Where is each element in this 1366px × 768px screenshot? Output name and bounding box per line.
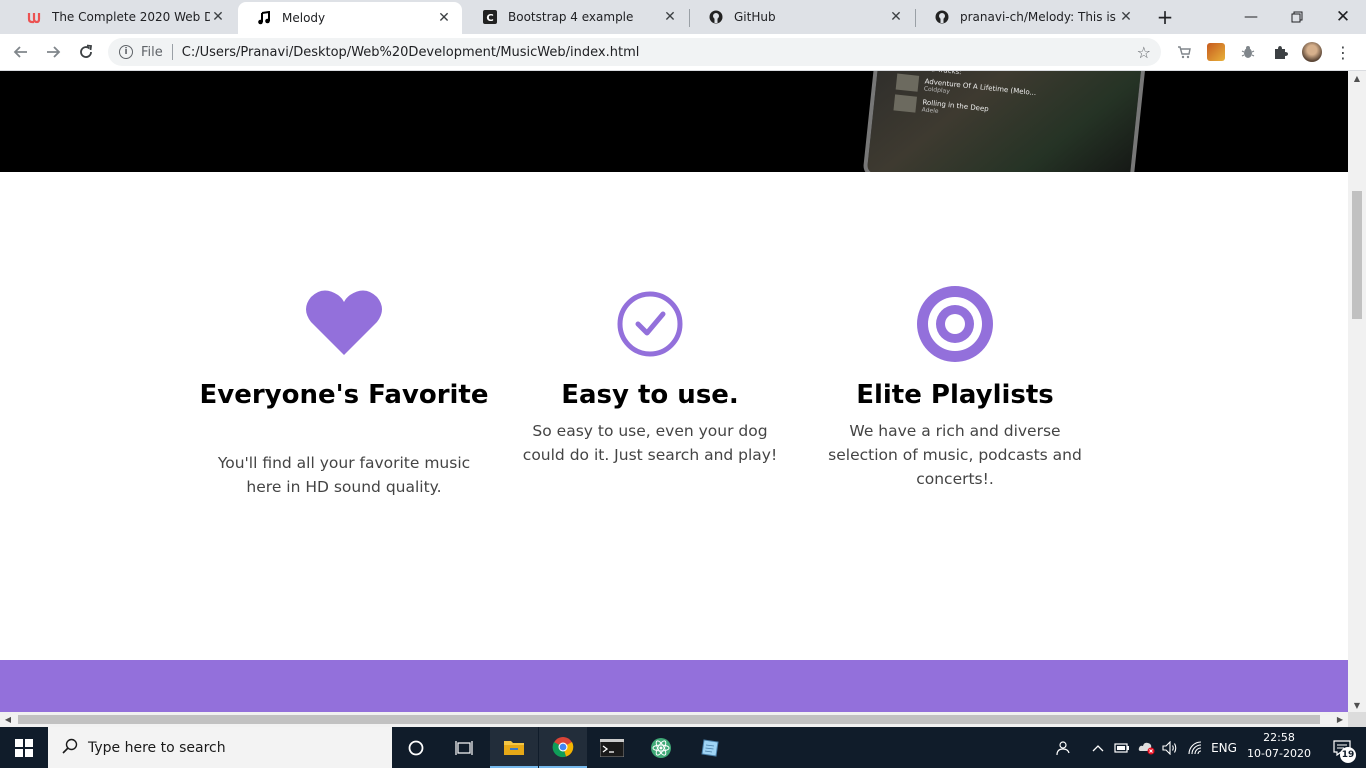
github-icon: [934, 9, 950, 25]
tab-github[interactable]: GitHub ✕: [690, 0, 914, 34]
album-art: [895, 73, 920, 92]
close-icon[interactable]: ✕: [1118, 9, 1134, 25]
feature-title: Elite Playlists: [856, 380, 1054, 410]
profile-avatar[interactable]: [1302, 42, 1322, 62]
language-indicator[interactable]: ENG: [1208, 727, 1240, 768]
browser-toolbar: i File C:/Users/Pranavi/Desktop/Web%20De…: [0, 34, 1366, 71]
vertical-scrollbar[interactable]: ▲ ▼: [1348, 71, 1366, 712]
check-circle-icon: [616, 290, 684, 362]
reload-icon: [80, 44, 93, 58]
tab-strip: The Complete 2020 Web Devel ✕ Melody ✕ C…: [0, 0, 1366, 34]
windows-taskbar: Type here to search ENG 22:58 10-07-2020: [0, 727, 1366, 768]
scroll-thumb[interactable]: [1352, 191, 1362, 319]
address-bar[interactable]: i File C:/Users/Pranavi/Desktop/Web%20De…: [108, 38, 1161, 66]
game-extension-icon[interactable]: [1207, 43, 1225, 61]
kebab-menu-icon[interactable]: ⋮: [1334, 43, 1352, 62]
bug-extension-icon[interactable]: [1239, 43, 1257, 61]
restore-button[interactable]: [1274, 0, 1320, 34]
tab-melody[interactable]: Melody ✕: [238, 2, 462, 34]
scrollbar-corner: [1348, 712, 1366, 727]
chevron-up-icon[interactable]: [1089, 727, 1107, 768]
clock[interactable]: 22:58 10-07-2020: [1244, 730, 1314, 762]
notification-badge: 19: [1340, 747, 1356, 763]
search-placeholder: Type here to search: [88, 739, 226, 756]
arrow-right-icon: [47, 46, 61, 58]
tab-title: Melody: [282, 11, 326, 25]
svg-text:C: C: [486, 13, 493, 24]
back-button[interactable]: [7, 38, 35, 66]
cart-extension-icon[interactable]: [1175, 43, 1193, 61]
close-icon[interactable]: ✕: [436, 10, 452, 26]
file-explorer-icon[interactable]: [490, 727, 538, 768]
hero-section: Suggested Tracks: Adventure Of A Lifetim…: [0, 71, 1348, 172]
feature-text: We have a rich and diverse selection of …: [828, 422, 1082, 488]
feature-text: You'll find all your favorite music here…: [217, 454, 471, 496]
clock-time: 22:58: [1263, 731, 1295, 744]
music-note-icon: [256, 10, 272, 26]
album-art: [893, 94, 918, 113]
atom-icon[interactable]: [637, 727, 685, 768]
tab-title: The Complete 2020 Web Devel: [52, 10, 210, 24]
feature-title: Easy to use.: [561, 380, 739, 410]
codeply-icon: C: [482, 9, 498, 25]
clock-date: 10-07-2020: [1247, 747, 1311, 760]
volume-icon[interactable]: [1160, 727, 1180, 768]
people-icon[interactable]: [1052, 727, 1076, 768]
forward-button[interactable]: [39, 38, 67, 66]
battery-icon[interactable]: [1112, 727, 1132, 768]
onedrive-error-icon[interactable]: [1136, 727, 1158, 768]
divider: [171, 44, 173, 60]
scroll-thumb[interactable]: [18, 715, 1320, 724]
chrome-icon[interactable]: [539, 727, 587, 768]
udemy-icon: [26, 9, 42, 25]
page-viewport: Suggested Tracks: Adventure Of A Lifetim…: [0, 71, 1348, 712]
action-center-button[interactable]: 19: [1322, 727, 1362, 768]
notepad-app-icon[interactable]: [686, 727, 734, 768]
start-button[interactable]: [0, 727, 48, 768]
info-icon[interactable]: i: [119, 45, 133, 59]
tab-bootstrap[interactable]: C Bootstrap 4 example ✕: [464, 0, 688, 34]
new-tab-button[interactable]: +: [1154, 5, 1176, 29]
feature-text: So easy to use, even your dog could do i…: [522, 422, 778, 464]
cortana-icon[interactable]: [392, 727, 440, 768]
scroll-up-icon[interactable]: ▲: [1348, 71, 1366, 85]
scroll-right-icon[interactable]: ▶: [1332, 712, 1348, 727]
url-scheme: File: [141, 44, 163, 60]
terminal-icon[interactable]: [588, 727, 636, 768]
tab-pranavi-melody[interactable]: pranavi-ch/Melody: This is a m ✕: [916, 0, 1144, 34]
testimonial-section: [0, 660, 1348, 712]
url-text[interactable]: C:/Users/Pranavi/Desktop/Web%20Developme…: [182, 45, 1137, 60]
arrow-left-icon: [13, 46, 27, 58]
tab-title: pranavi-ch/Melody: This is a m: [960, 10, 1118, 24]
feature-title: Everyone's Favorite: [199, 380, 489, 410]
scroll-down-icon[interactable]: ▼: [1348, 698, 1366, 712]
task-view-icon[interactable]: [440, 727, 488, 768]
close-icon[interactable]: ✕: [888, 9, 904, 25]
tab-title: Bootstrap 4 example: [508, 10, 634, 24]
wifi-icon[interactable]: [1185, 727, 1207, 768]
close-window-button[interactable]: ✕: [1320, 0, 1366, 34]
close-icon[interactable]: ✕: [210, 9, 226, 25]
puzzle-extensions-icon[interactable]: [1271, 43, 1289, 61]
search-icon: [62, 738, 78, 758]
restore-icon: [1291, 11, 1303, 23]
features-section: Everyone's Favorite You'll find all your…: [0, 172, 1348, 660]
reload-button[interactable]: [72, 38, 100, 66]
minimize-button[interactable]: —: [1228, 0, 1274, 34]
heart-icon: [305, 289, 383, 361]
scroll-left-icon[interactable]: ◀: [0, 712, 16, 727]
tab-udemy[interactable]: The Complete 2020 Web Devel ✕: [8, 0, 236, 34]
github-icon: [708, 9, 724, 25]
close-icon[interactable]: ✕: [662, 9, 678, 25]
windows-logo-icon: [15, 738, 33, 757]
bullseye-icon: [917, 286, 993, 366]
horizontal-scrollbar[interactable]: ◀ ▶: [0, 712, 1348, 727]
bookmark-star-icon[interactable]: ☆: [1137, 43, 1151, 62]
phone-mockup-image: Suggested Tracks: Adventure Of A Lifetim…: [862, 71, 1148, 172]
taskbar-search[interactable]: Type here to search: [48, 727, 392, 768]
tab-title: GitHub: [734, 10, 776, 24]
